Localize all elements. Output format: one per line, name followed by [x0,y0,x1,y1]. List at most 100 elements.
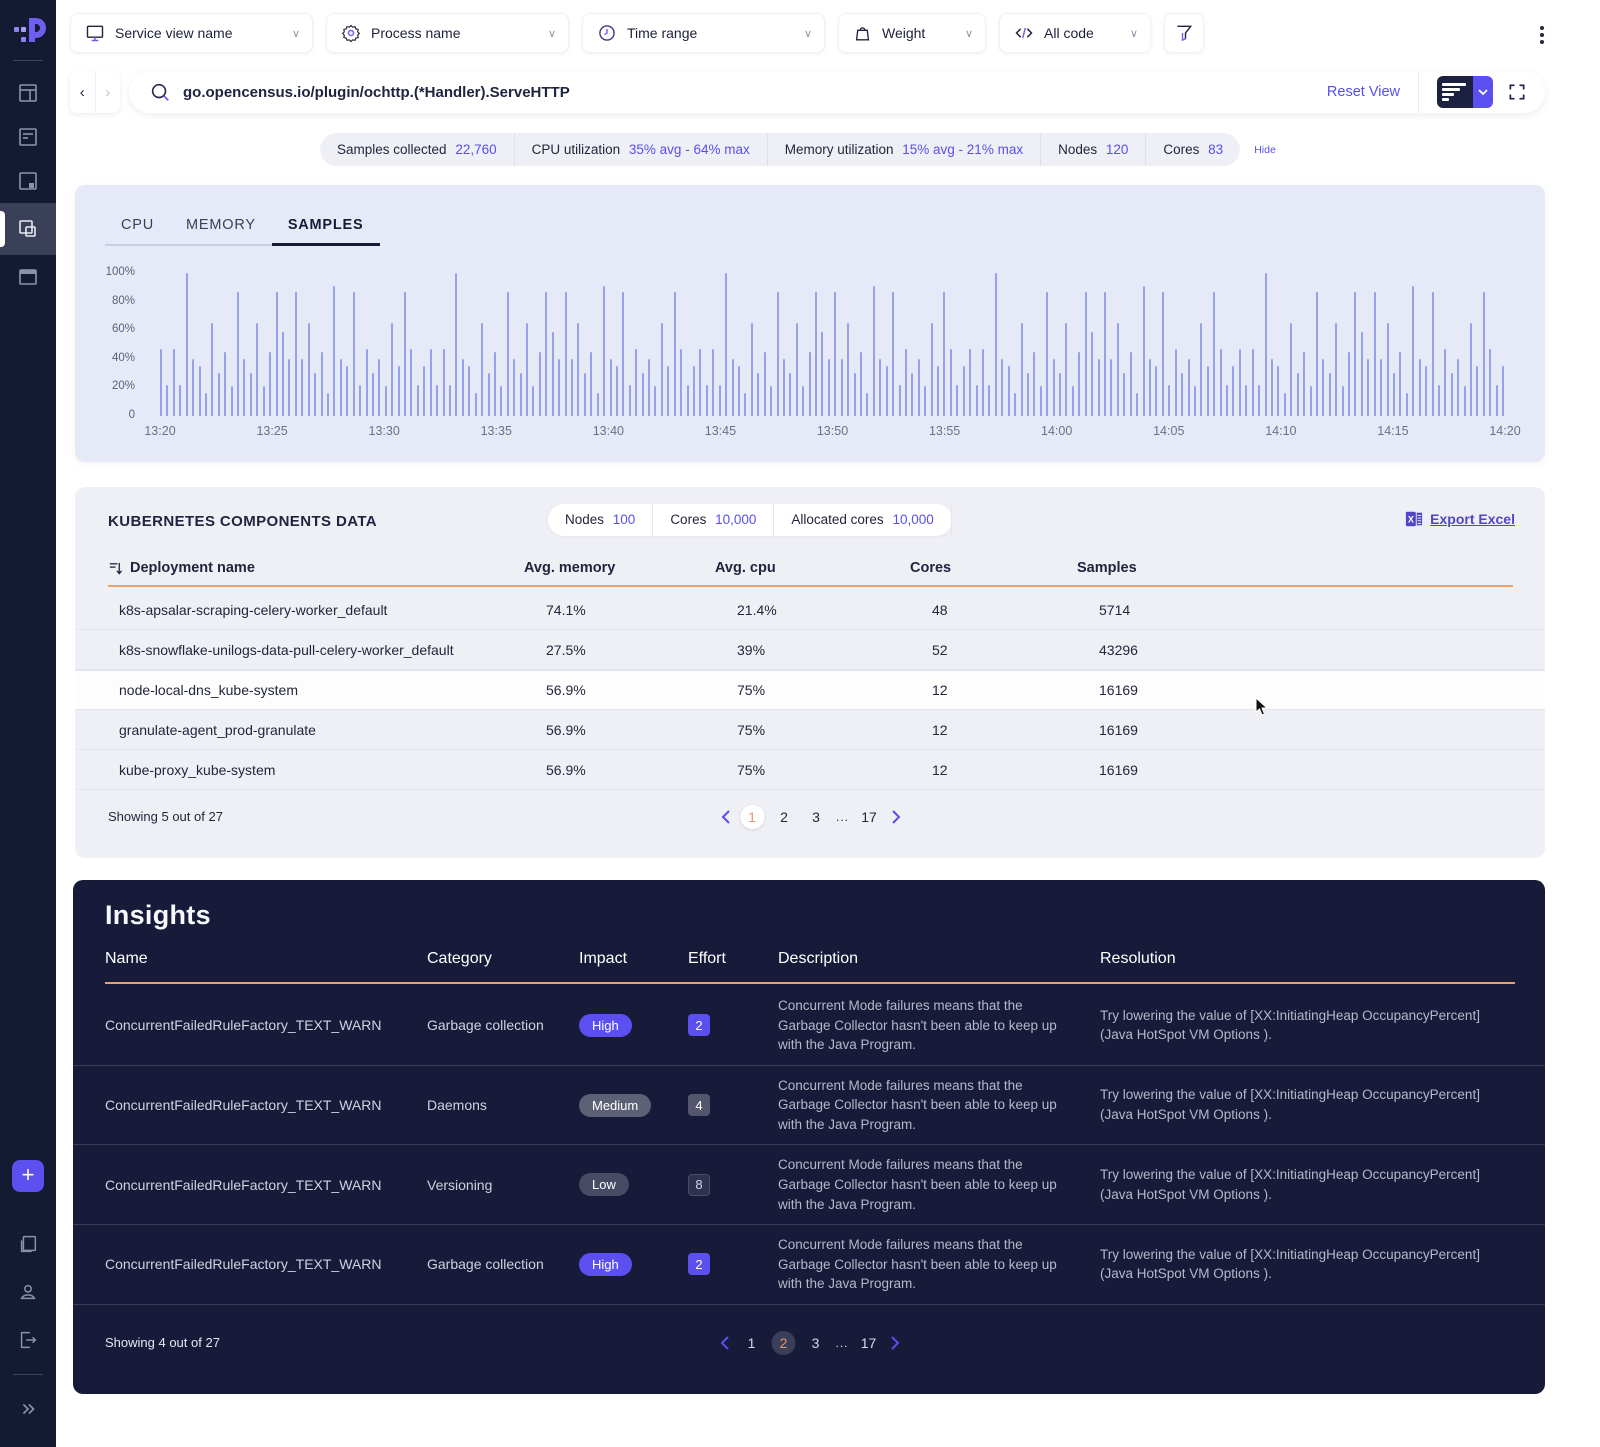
pagination-prev-button[interactable] [718,1334,731,1352]
chart-bar [1110,358,1113,416]
monitor-icon [86,25,104,42]
weight-dropdown[interactable]: Weight ∨ [838,13,986,53]
chart-bar [1270,358,1273,416]
insight-row[interactable]: ConcurrentFailedRuleFactory_TEXT_WARN Ver… [73,1145,1545,1226]
chart-bar [1168,384,1171,416]
history-forward-button[interactable]: › [96,71,121,113]
chart-bar [1213,291,1216,416]
pagination-page-2[interactable]: 2 [772,805,796,829]
process-name-dropdown[interactable]: Process name ∨ [326,13,569,53]
impact-badge: Low [579,1173,629,1197]
pagination-page-1[interactable]: 1 [739,1331,763,1355]
table-stats-chips: Nodes 100 Cores 10,000 Allocated cores 10,… [548,504,952,536]
insight-row[interactable]: ConcurrentFailedRuleFactory_TEXT_WARN Gar… [73,1225,1545,1305]
column-label: Avg. cpu [715,560,776,576]
chart-bar [718,384,721,416]
chart-bar [622,291,625,416]
cell-samples: 5714 [1099,601,1131,618]
pagination-prev-button[interactable] [719,808,732,826]
sidebar-item-flame-view[interactable] [0,159,56,203]
chart-bar [1097,358,1100,416]
table-row[interactable]: node-local-dns_kube-system 56.9% 75% 12 1616… [75,670,1545,710]
insights-column-header: Effort [688,950,726,967]
filter-button[interactable] [1164,13,1204,53]
add-button[interactable]: + [12,1160,44,1192]
export-excel-button[interactable]: X Export Excel [1405,510,1515,528]
cell-avg-memory: 74.1% [546,601,586,618]
chart-bar [1277,365,1280,416]
cell-deployment-name: kube-proxy_kube-system [119,761,276,778]
sidebar-item-compare-view[interactable] [0,203,56,255]
sidebar-item-logout[interactable] [0,1316,56,1364]
cell-cores: 52 [932,641,948,658]
chart-bar [1418,358,1421,416]
chart-bar [937,365,940,416]
chart-bar [660,323,663,416]
chart-tab-cpu[interactable]: CPU [105,209,171,246]
chart-bar [211,323,214,416]
impact-badge: High [579,1252,632,1276]
sidebar-item-list-view[interactable] [0,115,56,159]
pagination-ellipsis: ... [835,809,850,824]
pagination-page-2[interactable]: 2 [771,1330,796,1355]
cell-avg-cpu: 75% [737,721,766,738]
gear-icon [341,24,361,43]
chart-tab-samples[interactable]: SAMPLES [271,209,380,246]
compare-view-icon [19,220,36,237]
chart-bar [262,385,265,416]
chart-bar [1502,365,1505,416]
chevron-down-icon[interactable] [1473,76,1493,108]
chart-bar [179,384,182,416]
chart-bar [596,393,599,416]
chart-bar [172,348,175,416]
table-row[interactable]: k8s-apsalar-scraping-celery-worker_defau… [75,590,1545,630]
sidebar-item-copy[interactable] [0,1220,56,1268]
table-row[interactable]: granulate-agent_prod-granulate 56.9% 75% 12… [75,710,1545,750]
list-view-icon [19,128,37,146]
pagination-page-1[interactable]: 1 [739,804,764,829]
table-row[interactable]: k8s-snowflake-unilogs-data-pull-celery-w… [75,630,1545,670]
chart-bar [538,351,541,416]
sidebar-item-window-view[interactable] [0,255,56,299]
chart-bar [1078,351,1081,416]
pagination-next-button[interactable] [889,808,902,826]
sidebar-item-user[interactable] [0,1268,56,1316]
chart-bar [1264,273,1267,416]
search-input[interactable] [183,83,1327,101]
pagination-page-17[interactable]: 17 [857,1331,881,1355]
chart-bar [1360,331,1363,416]
sidebar-item-dashboard[interactable] [0,71,56,115]
x-axis-label: 13:35 [480,424,512,438]
column-header[interactable]: Deployment name [108,560,524,576]
flamegraph-view-button[interactable] [1437,76,1493,108]
pagination-page-3[interactable]: 3 [804,805,828,829]
code-filter-dropdown[interactable]: All code ∨ [999,13,1151,53]
table-row[interactable]: kube-proxy_kube-system 56.9% 75% 12 16169 [75,750,1545,790]
pagination-page-17[interactable]: 17 [857,805,881,829]
reset-view-link[interactable]: Reset View [1327,84,1400,100]
chart-tab-memory[interactable]: MEMORY [170,209,272,246]
service-view-dropdown[interactable]: Service view name ∨ [70,13,313,53]
chart-bar [513,358,516,416]
hide-link[interactable]: Hide [1254,144,1276,156]
chart-bar [859,351,862,416]
chart-bar [795,323,798,416]
insight-row[interactable]: ConcurrentFailedRuleFactory_TEXT_WARN Dae… [73,1066,1545,1146]
insight-row[interactable]: ConcurrentFailedRuleFactory_TEXT_WARN Gar… [73,986,1545,1066]
chart-bar [1290,323,1293,416]
time-range-dropdown[interactable]: Time range ∨ [582,13,825,53]
fullscreen-button[interactable] [1507,82,1527,102]
more-options-button[interactable] [1536,22,1548,48]
x-axis-label: 14:15 [1377,424,1409,438]
insight-effort: 8 [688,1173,778,1196]
history-back-button[interactable]: ‹ [70,71,96,113]
pagination-next-button[interactable] [889,1334,902,1352]
chart-bar [969,348,972,416]
chart-bar [1425,365,1428,416]
chart-bar [198,365,201,416]
pagination-page-3[interactable]: 3 [803,1331,827,1355]
insight-category: Garbage collection [427,1256,544,1273]
insight-name: ConcurrentFailedRuleFactory_TEXT_WARN [105,1176,382,1193]
sidebar-expand-button[interactable] [0,1385,56,1433]
chart-bar [892,291,895,416]
